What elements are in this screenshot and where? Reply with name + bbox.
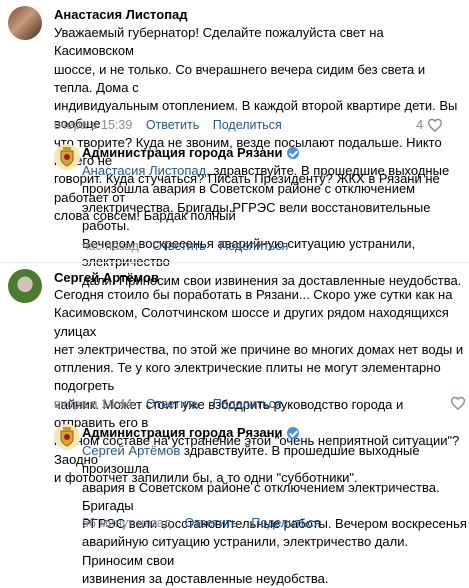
avatar[interactable] — [54, 424, 80, 450]
reply-button[interactable]: Ответить — [146, 397, 199, 411]
coat-of-arms-icon — [60, 147, 74, 167]
comment-time[interactable]: вчера в 15:39 — [54, 118, 132, 132]
like-count: 4 — [416, 117, 424, 132]
like-button[interactable]: 4 — [416, 117, 443, 132]
reply-button[interactable]: Ответить — [152, 239, 205, 253]
reply-time[interactable]: час назад — [82, 239, 139, 253]
comment-meta: вчера в 14:44 Ответить Поделиться — [54, 397, 292, 411]
avatar[interactable] — [8, 6, 42, 40]
verified-icon — [287, 146, 300, 159]
coat-of-arms-icon — [60, 427, 74, 447]
mention-link[interactable]: Анастасия Листопад — [82, 163, 206, 178]
reply-author[interactable]: Администрация города Рязани — [82, 425, 300, 440]
heart-icon — [450, 396, 466, 410]
share-button[interactable]: Поделиться — [213, 397, 282, 411]
avatar[interactable] — [8, 269, 42, 303]
comments-feed: Анастасия Листопад Уважаемый губернатор!… — [0, 0, 469, 586]
comment-author[interactable]: Сергей Артёмов — [54, 270, 159, 285]
mention-link[interactable]: Сергей Артёмов — [82, 443, 180, 458]
comment-author[interactable]: Анастасия Листопад — [54, 7, 188, 22]
reply-time[interactable]: 56 минут назад — [82, 516, 171, 530]
reply-text: Сергей Артёмов здравствуйте. В прошедшие… — [82, 443, 467, 587]
share-button[interactable]: Поделиться — [219, 239, 288, 253]
comment-meta: вчера в 15:39 Ответить Поделиться — [54, 118, 292, 132]
reply-meta: час назад Ответить Поделиться — [82, 239, 298, 253]
reply-author[interactable]: Администрация города Рязани — [82, 145, 300, 160]
avatar[interactable] — [54, 144, 80, 170]
verified-icon — [287, 426, 300, 439]
comment-time[interactable]: вчера в 14:44 — [54, 397, 132, 411]
share-button[interactable]: Поделиться — [213, 118, 282, 132]
reply-meta: 56 минут назад Ответить Поделиться — [82, 516, 330, 530]
reply-button[interactable]: Ответить — [184, 516, 237, 530]
share-button[interactable]: Поделиться — [251, 516, 320, 530]
heart-icon — [428, 118, 443, 132]
reply-button[interactable]: Ответить — [146, 118, 199, 132]
divider — [0, 262, 469, 263]
like-button[interactable] — [446, 396, 466, 410]
